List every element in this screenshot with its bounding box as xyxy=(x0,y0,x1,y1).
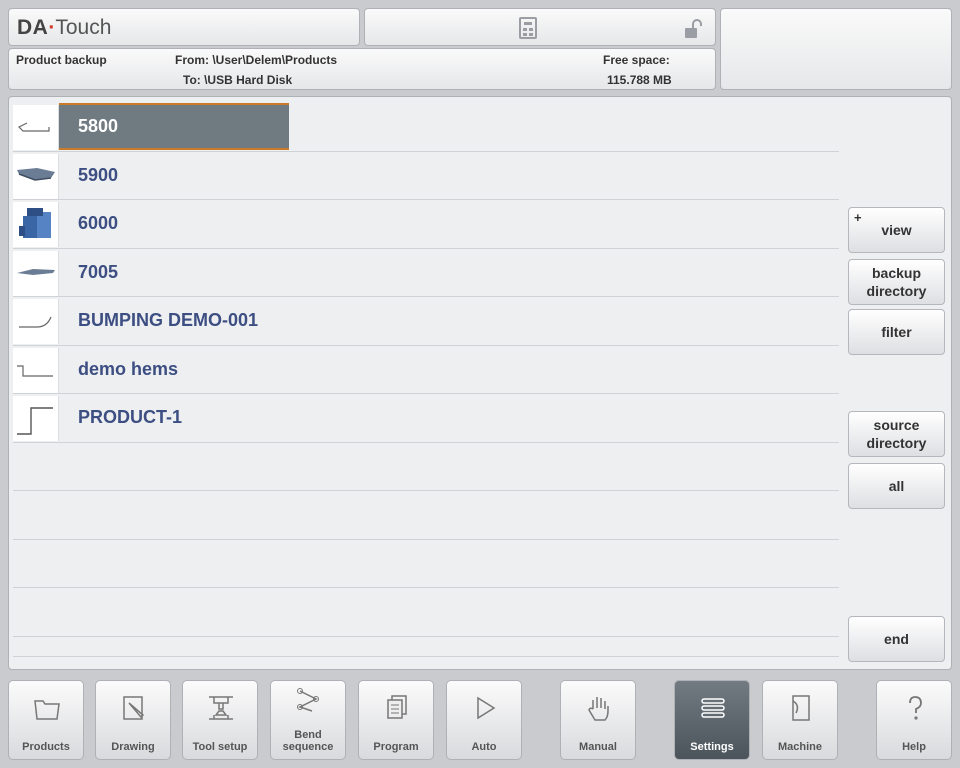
nav-machine-label: Machine xyxy=(777,741,822,753)
product-row-5800[interactable]: 5800 xyxy=(13,103,839,152)
view-label: view xyxy=(881,222,912,238)
nav-tool-setup-label: Tool setup xyxy=(192,741,248,753)
nav-drawing-button[interactable]: Drawing xyxy=(95,680,171,760)
nav-bend-sequence-button[interactable]: Bend sequence xyxy=(270,680,346,760)
product-name: 5900 xyxy=(78,164,119,185)
nav-drawing-label: Drawing xyxy=(111,741,155,753)
product-row-5900[interactable]: 5900 xyxy=(13,152,839,200)
da-touch-logo: DA·Touch xyxy=(17,16,112,39)
source-directory-button[interactable]: source directory xyxy=(848,411,945,457)
empty-row xyxy=(13,491,839,540)
question-mark-icon xyxy=(909,696,922,720)
from-path: From: \User\Delem\Products xyxy=(175,53,338,67)
all-button[interactable]: all xyxy=(848,463,945,509)
nav-program-button[interactable]: Program xyxy=(358,680,434,760)
product-name: 5800 xyxy=(59,103,289,150)
product-name: demo hems xyxy=(78,358,179,379)
press-tool-icon xyxy=(209,696,233,720)
empty-row xyxy=(13,443,839,491)
hem-profile-thumb-icon xyxy=(13,347,59,393)
sheet-3d-thumb-icon xyxy=(13,153,59,199)
view-button[interactable]: + view xyxy=(848,207,945,253)
logo-panel: DA·Touch xyxy=(8,8,360,46)
free-space-value: 115.788 MB xyxy=(607,73,672,87)
product-name: 7005 xyxy=(78,261,119,282)
nav-help-label: Help xyxy=(902,741,926,753)
product-name: BUMPING DEMO-001 xyxy=(78,310,259,330)
box-3d-thumb-icon xyxy=(13,202,59,247)
top-right-panel xyxy=(720,8,952,90)
expand-plus-icon: + xyxy=(854,210,862,225)
mode-label: Product backup xyxy=(16,53,107,67)
empty-row xyxy=(13,588,839,637)
status-bar: Product backup From: \User\Delem\Product… xyxy=(8,48,716,90)
pencil-drawing-icon xyxy=(123,696,145,720)
nav-products-button[interactable]: Products xyxy=(8,680,84,760)
nav-help-button[interactable]: Help xyxy=(876,680,952,760)
nav-tool-setup-button[interactable]: Tool setup xyxy=(182,680,258,760)
bumping-profile-thumb-icon xyxy=(13,299,59,344)
product-row-7005[interactable]: 7005 xyxy=(13,249,839,297)
play-icon xyxy=(477,696,496,720)
folder-icon xyxy=(34,700,60,720)
settings-list-icon xyxy=(701,698,725,718)
product-list-panel: 5800 5900 6000 7005 BUMPING DEMO-001 dem… xyxy=(8,96,952,670)
nav-program-label: Program xyxy=(373,741,419,753)
nav-settings-label: Settings xyxy=(690,741,734,753)
source-directory-label: source directory xyxy=(866,417,927,451)
end-label: end xyxy=(884,631,909,647)
free-space-label: Free space: xyxy=(603,53,670,67)
backup-directory-label: backup directory xyxy=(866,265,927,299)
product-list: 5800 5900 6000 7005 BUMPING DEMO-001 dem… xyxy=(13,103,839,657)
nav-machine-button[interactable]: Machine xyxy=(762,680,838,760)
filter-label: filter xyxy=(881,324,912,340)
product-row-bumping-demo[interactable]: BUMPING DEMO-001 xyxy=(13,297,839,346)
nav-products-label: Products xyxy=(22,741,70,753)
to-path: To: \USB Hard Disk xyxy=(183,73,293,87)
all-label: all xyxy=(888,478,905,494)
flat-part-thumb-icon xyxy=(13,250,59,296)
empty-row xyxy=(13,540,839,588)
product-name: 6000 xyxy=(78,213,119,233)
step-profile-thumb-icon xyxy=(13,396,59,441)
backup-directory-button[interactable]: backup directory xyxy=(848,259,945,305)
calculator-icon[interactable] xyxy=(519,17,537,39)
empty-row xyxy=(13,637,839,657)
product-row-demo-hems[interactable]: demo hems xyxy=(13,346,839,394)
nav-bend-sequence-label: Bend sequence xyxy=(282,729,334,753)
bend-sequence-icon xyxy=(297,688,319,712)
nav-auto-label: Auto xyxy=(471,741,497,753)
product-name: PRODUCT-1 xyxy=(78,407,183,427)
program-pages-icon xyxy=(387,695,407,719)
top-toolbar xyxy=(364,8,716,46)
unlocked-padlock-icon[interactable] xyxy=(683,19,705,39)
product-row-6000[interactable]: 6000 xyxy=(13,200,839,249)
nav-manual-button[interactable]: Manual xyxy=(560,680,636,760)
nav-settings-button[interactable]: Settings xyxy=(674,680,750,760)
hand-icon xyxy=(588,697,609,721)
nav-auto-button[interactable]: Auto xyxy=(446,680,522,760)
end-button[interactable]: end xyxy=(848,616,945,662)
machine-page-icon xyxy=(792,695,810,721)
product-row-product-1[interactable]: PRODUCT-1 xyxy=(13,394,839,443)
nav-manual-label: Manual xyxy=(579,741,617,753)
bend-profile-thumb-icon xyxy=(13,105,59,150)
filter-button[interactable]: filter xyxy=(848,309,945,355)
